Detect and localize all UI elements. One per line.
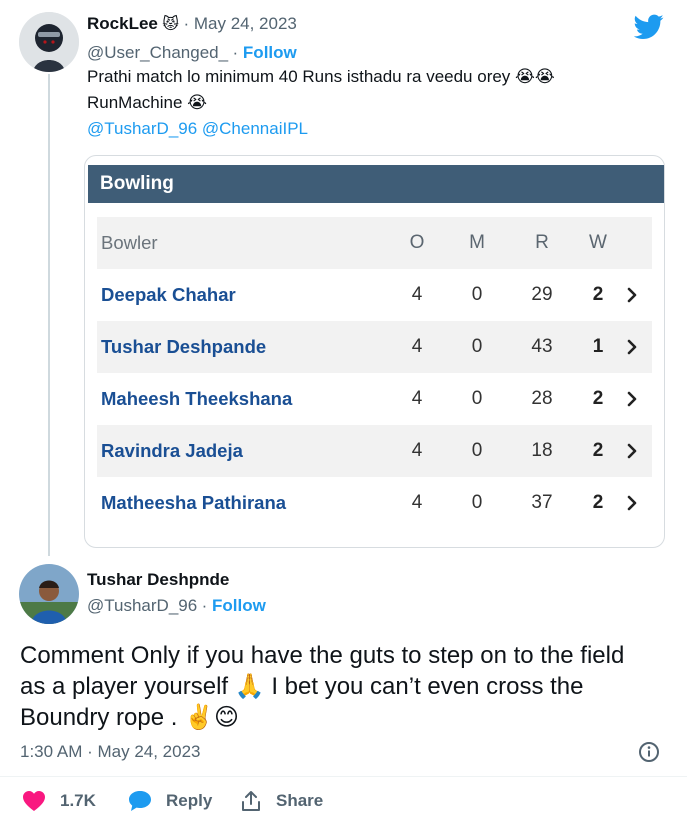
heart-icon: [22, 790, 46, 812]
tweet-author: Tushar Deshpnde: [87, 570, 229, 590]
share-icon: [240, 790, 262, 812]
tweet-text-line2: as a player yourself 🙏 I bet you can’t e…: [20, 673, 584, 700]
reply-label: Reply: [166, 791, 213, 810]
overs: 4: [411, 388, 423, 409]
header-maidens: M: [469, 232, 485, 253]
header-wickets: W: [589, 232, 607, 253]
table-row[interactable]: Maheesh Theekshana 4 0 28 2: [97, 373, 652, 425]
quoted-text-line2: RunMachine 😭: [87, 93, 208, 112]
table-row[interactable]: Deepak Chahar 4 0 29 2: [97, 269, 652, 321]
bowling-table: Bowler O M R W Deepak Chahar 4 0 29 2 Tu…: [97, 217, 652, 529]
chevron-right-icon[interactable]: [625, 373, 641, 425]
maidens: 0: [471, 336, 483, 357]
maidens: 0: [471, 388, 483, 409]
table-row[interactable]: Ravindra Jadeja 4 0 18 2: [97, 425, 652, 477]
table-row[interactable]: Tushar Deshpande 4 0 43 1: [97, 321, 652, 373]
author-name[interactable]: RockLee: [87, 14, 158, 33]
tweet-timestamp[interactable]: 1:30 AM · May 24, 2023: [20, 742, 201, 762]
overs: 4: [411, 492, 423, 513]
thread-line: [48, 74, 50, 556]
header-bowler: Bowler: [101, 232, 158, 253]
chevron-right-icon[interactable]: [625, 477, 641, 529]
avatar[interactable]: [19, 564, 79, 624]
follow-button[interactable]: Follow: [212, 596, 266, 615]
share-label: Share: [276, 791, 324, 810]
quoted-text: Prathi match lo minimum 40 Runs isthadu …: [87, 64, 555, 142]
scorecard-card[interactable]: Bowling Bowler O M R W Deepak Chahar 4 0…: [84, 155, 665, 548]
reply-bubble-icon: [128, 790, 152, 812]
action-bar: 1.7K Reply Share: [22, 790, 662, 816]
chevron-right-icon[interactable]: [625, 269, 641, 321]
wickets: 1: [592, 336, 604, 357]
author-handle[interactable]: @User_Changed_: [87, 43, 228, 62]
reply-button[interactable]: Reply: [128, 790, 212, 812]
quoted-text-line1: Prathi match lo minimum 40 Runs isthadu …: [87, 67, 555, 86]
chevron-right-icon[interactable]: [625, 425, 641, 477]
tweet-text-line1: Comment Only if you have the guts to ste…: [20, 642, 625, 669]
tweet-date[interactable]: May 24, 2023: [194, 14, 297, 33]
runs: 18: [531, 440, 553, 461]
runs: 28: [531, 388, 553, 409]
follow-button[interactable]: Follow: [243, 43, 297, 62]
wickets: 2: [592, 492, 604, 513]
quoted-handle-row: @User_Changed_ · Follow: [87, 43, 297, 62]
tweet-handle-row: @TusharD_96 · Follow: [87, 596, 266, 615]
bowler-name[interactable]: Maheesh Theekshana: [101, 373, 292, 425]
header-runs: R: [535, 232, 549, 253]
card-title: Bowling: [88, 165, 664, 203]
twitter-logo-icon[interactable]: [633, 14, 664, 40]
maidens: 0: [471, 284, 483, 305]
info-icon[interactable]: [638, 741, 660, 763]
runs: 37: [531, 492, 553, 513]
bowler-name[interactable]: Deepak Chahar: [101, 269, 236, 321]
maidens: 0: [471, 440, 483, 461]
bowler-name[interactable]: Matheesha Pathirana: [101, 477, 286, 529]
avatar[interactable]: [19, 12, 79, 72]
table-row[interactable]: Matheesha Pathirana 4 0 37 2: [97, 477, 652, 529]
overs: 4: [411, 284, 423, 305]
header-overs: O: [409, 232, 425, 253]
wickets: 2: [592, 440, 604, 461]
runs: 29: [531, 284, 553, 305]
divider: [0, 776, 687, 777]
overs: 4: [411, 336, 423, 357]
runs: 43: [531, 336, 553, 357]
table-header-row: Bowler O M R W: [97, 217, 652, 269]
like-button[interactable]: 1.7K: [22, 790, 96, 812]
wickets: 2: [592, 284, 604, 305]
overs: 4: [411, 440, 423, 461]
wickets: 2: [592, 388, 604, 409]
like-count: 1.7K: [60, 791, 96, 810]
share-button[interactable]: Share: [240, 790, 323, 812]
quoted-header: RockLee 😾 · May 24, 2023: [87, 14, 297, 33]
author-handle[interactable]: @TusharD_96: [87, 596, 197, 615]
name-emoji: 😾: [162, 16, 180, 33]
mentions-link[interactable]: @TusharD_96 @ChennaiIPL: [87, 116, 555, 142]
author-name[interactable]: Tushar Deshpnde: [87, 570, 229, 589]
bowler-name[interactable]: Tushar Deshpande: [101, 321, 266, 373]
chevron-right-icon[interactable]: [625, 321, 641, 373]
tweet-text: Comment Only if you have the guts to ste…: [20, 640, 624, 733]
tweet-text-line3: Boundry rope . ✌️😊: [20, 704, 239, 731]
bowler-name[interactable]: Ravindra Jadeja: [101, 425, 243, 477]
maidens: 0: [471, 492, 483, 513]
